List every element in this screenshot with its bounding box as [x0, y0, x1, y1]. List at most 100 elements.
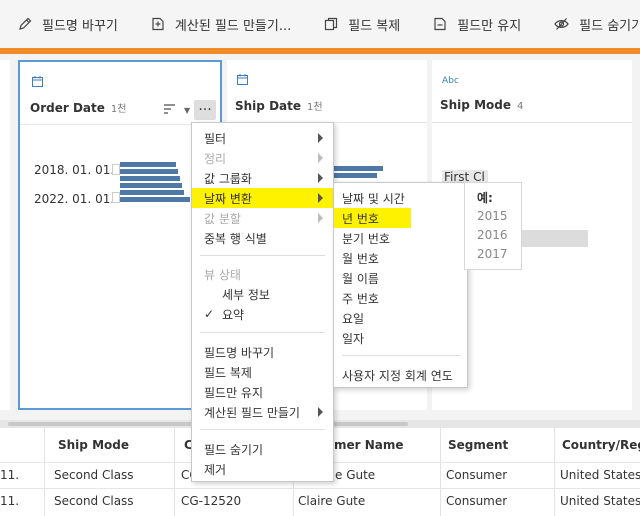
- menu-item-group-values[interactable]: 값 그룹화: [192, 168, 333, 188]
- grid-cell: Consumer: [446, 468, 508, 482]
- menu-item-clean: 정리: [192, 148, 333, 168]
- grid-column-line: [174, 428, 175, 516]
- submenu-arrow-icon: [318, 153, 323, 163]
- rename-field-label: 필드명 바꾸기: [42, 18, 118, 34]
- menu-item-remove[interactable]: 제거: [192, 459, 333, 479]
- grid-column-line: [44, 428, 45, 516]
- menu-separator: [200, 255, 325, 256]
- duplicate-icon: [325, 17, 338, 31]
- submenu-arrow-icon: [318, 407, 323, 417]
- example-value: 2015: [477, 209, 508, 223]
- field-context-menu: 필터 정리 값 그룹화 날짜 변환 값 분할 중복 행 식별 뷰 상태 세부 정…: [191, 122, 334, 482]
- rename-field-button[interactable]: 필드명 바꾸기: [0, 0, 133, 48]
- keep-only-field-label: 필드만 유지: [457, 18, 522, 34]
- submenu-item-year-number[interactable]: 년 번호: [334, 208, 411, 228]
- submenu-item-day[interactable]: 일자: [334, 328, 467, 348]
- grid-cell: e Gute: [335, 468, 376, 482]
- calendar-icon: [237, 74, 248, 85]
- eye-slash-icon: [554, 18, 569, 30]
- checkmark-icon: ✓: [204, 307, 215, 321]
- hide-field-button[interactable]: 필드 숨기기: [536, 0, 640, 48]
- submenu-arrow-icon: [318, 173, 323, 183]
- submenu-item-month-name[interactable]: 월 이름: [334, 268, 467, 288]
- profile-card-previous: [0, 60, 10, 410]
- grid-cell: United States: [560, 468, 640, 482]
- example-value: 2017: [477, 247, 508, 261]
- calendar-icon: [32, 76, 43, 87]
- menu-item-create-calculated-field[interactable]: 계산된 필드 만들기: [192, 402, 333, 422]
- card-divider: [432, 122, 632, 123]
- grid-cell: Second Class: [54, 494, 134, 508]
- column-header-country-region[interactable]: Country/Regio: [562, 428, 640, 462]
- grid-column-line: [440, 428, 441, 516]
- menu-separator: [200, 332, 325, 333]
- submenu-arrow-icon: [318, 213, 323, 223]
- example-preview-panel: 예: 2015 2016 2017: [464, 182, 522, 270]
- submenu-item-month-number[interactable]: 월 번호: [334, 248, 467, 268]
- grid-cell: Consumer: [446, 494, 508, 508]
- grid-cell: 11.: [0, 494, 20, 508]
- submenu-item-weekday[interactable]: 요일: [334, 308, 467, 328]
- histogram-bar: [120, 183, 182, 188]
- menu-item-convert-dates[interactable]: 날짜 변환: [192, 188, 333, 208]
- grid-cell: CG-12520: [181, 494, 242, 508]
- menu-separator: [342, 355, 461, 356]
- menu-item-split-values: 값 분할: [192, 208, 333, 228]
- grid-cell: United States: [560, 494, 640, 508]
- card-count: 1천: [307, 102, 323, 113]
- grid-column-line: [554, 428, 555, 516]
- menu-item-summary-view[interactable]: ✓ 요약: [192, 304, 333, 324]
- menu-item-rename-field[interactable]: 필드명 바꾸기: [192, 342, 333, 362]
- column-header-customer-name[interactable]: mer Name: [334, 428, 404, 462]
- histogram-bar: [120, 190, 184, 195]
- sort-caret-icon[interactable]: ▼: [184, 106, 190, 115]
- field-toolbar: 필드명 바꾸기 계산된 필드 만들기... 필드 복제 필드만 유지 필드 숨기…: [0, 0, 640, 48]
- column-header-segment[interactable]: Segment: [448, 428, 508, 462]
- histogram-bar: [120, 176, 180, 181]
- column-header-ship-mode[interactable]: Ship Mode: [58, 428, 129, 462]
- histogram-bar: [120, 197, 190, 202]
- menu-item-hide-field[interactable]: 필드 숨기기: [192, 439, 333, 459]
- duplicate-field-button[interactable]: 필드 복제: [306, 0, 415, 48]
- menu-label-view-state: 뷰 상태: [204, 267, 241, 282]
- duplicate-field-label: 필드 복제: [348, 18, 401, 34]
- grid-cell: Second Class: [54, 468, 134, 482]
- card-count: 1천: [110, 104, 127, 115]
- keep-only-field-button[interactable]: 필드만 유지: [415, 0, 536, 48]
- histogram-bar: [120, 162, 176, 167]
- menu-item-filter[interactable]: 필터: [192, 128, 333, 148]
- submenu-arrow-icon: [318, 133, 323, 143]
- submenu-item-custom-fiscal-year[interactable]: 사용자 지정 회계 연도: [334, 365, 467, 385]
- card-divider: [20, 124, 220, 125]
- menu-item-duplicate-field[interactable]: 필드 복제: [192, 362, 333, 382]
- submenu-arrow-icon: [318, 193, 323, 203]
- create-calculated-field-button[interactable]: 계산된 필드 만들기...: [133, 0, 306, 48]
- card-title-ship-date: Ship Date 1천: [235, 99, 323, 113]
- pencil-icon: [19, 17, 32, 30]
- submenu-item-date-time[interactable]: 날짜 및 시간: [334, 188, 467, 208]
- more-options-button[interactable]: ···: [194, 100, 216, 120]
- calculator-icon: [152, 17, 164, 31]
- keep-only-icon: [434, 17, 446, 31]
- string-type-icon: Abc: [442, 76, 459, 86]
- menu-item-keep-only-field[interactable]: 필드만 유지: [192, 382, 333, 402]
- date-range-label: 2018. 01. 01.: [34, 163, 115, 177]
- create-calculated-field-label: 계산된 필드 만들기...: [174, 18, 292, 34]
- menu-item-detail-view[interactable]: 세부 정보: [192, 284, 333, 304]
- hide-field-label: 필드 숨기기: [579, 18, 640, 34]
- histogram-bar: [327, 173, 377, 178]
- card-title-ship-mode: Ship Mode 4: [440, 98, 524, 112]
- date-convert-submenu: 날짜 및 시간 년 번호 분기 번호 월 번호 월 이름 주 번호 요일 일자 …: [333, 182, 468, 388]
- histogram-bar: [120, 169, 178, 174]
- example-value: 2016: [477, 228, 508, 242]
- menu-item-identify-duplicates[interactable]: 중복 행 식별: [192, 228, 333, 248]
- card-count: 4: [516, 101, 524, 112]
- grid-cell: Claire Gute: [298, 494, 366, 508]
- range-marker: [112, 192, 120, 203]
- menu-separator: [200, 429, 325, 430]
- submenu-item-quarter-number[interactable]: 분기 번호: [334, 228, 467, 248]
- sort-icon[interactable]: [164, 104, 176, 114]
- grid-cell: 11.: [0, 468, 20, 482]
- submenu-item-week-number[interactable]: 주 번호: [334, 288, 467, 308]
- histogram-bar: [327, 166, 383, 171]
